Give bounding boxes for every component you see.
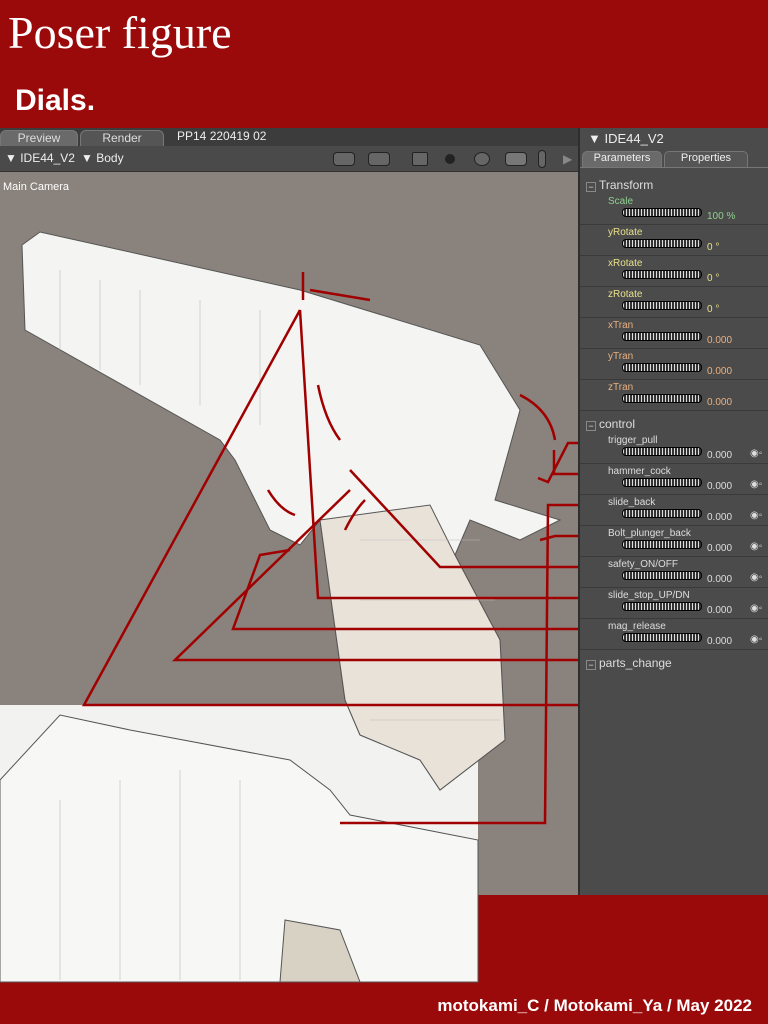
param-label: Scale [608, 196, 634, 207]
param-row: trigger_pull 0.000 ◉◦ [580, 433, 768, 464]
param-value[interactable]: 0.000 [707, 543, 732, 554]
param-dial[interactable] [622, 394, 702, 403]
parameters-panel: ▼ IDE44_V2 Parameters Properties − Transf… [578, 128, 768, 895]
param-label: xTran [608, 320, 634, 331]
param-row: yTran 0.000 [580, 349, 768, 380]
param-label: yTran [608, 351, 634, 362]
param-dial[interactable] [622, 270, 702, 279]
link-icon[interactable]: ◉◦ [750, 479, 762, 490]
link-icon[interactable]: ◉◦ [750, 541, 762, 552]
param-row: hammer_cock 0.000 ◉◦ [580, 464, 768, 495]
collapse-icon[interactable]: − [586, 660, 596, 670]
param-label: mag_release [608, 621, 666, 632]
param-value[interactable]: 0.000 [707, 335, 732, 346]
param-value[interactable]: 0 ° [707, 273, 719, 284]
param-value[interactable]: 0.000 [707, 574, 732, 585]
tab-parameters[interactable]: Parameters [582, 151, 662, 167]
param-label: safety_ON/OFF [608, 559, 679, 570]
collapse-icon[interactable]: − [586, 182, 596, 192]
param-row: Bolt_plunger_back 0.000 ◉◦ [580, 526, 768, 557]
param-value[interactable]: 0.000 [707, 605, 732, 616]
param-label: trigger_pull [608, 435, 658, 446]
gun-grip [319, 504, 506, 791]
param-dial[interactable] [622, 208, 702, 217]
collapse-icon[interactable]: − [586, 421, 596, 431]
group-label: control [599, 417, 636, 431]
param-row: safety_ON/OFF 0.000 ◉◦ [580, 557, 768, 588]
group-label: parts_change [599, 656, 672, 670]
param-dial[interactable] [622, 509, 702, 518]
param-dial[interactable] [622, 478, 702, 487]
param-value[interactable]: 0 ° [707, 242, 719, 253]
param-row: zTran 0.000 [580, 380, 768, 411]
param-row: slide_stop_UP/DN 0.000 ◉◦ [580, 588, 768, 619]
group-parts_change[interactable]: − parts_change [586, 656, 672, 670]
link-icon[interactable]: ◉◦ [750, 510, 762, 521]
param-dial[interactable] [622, 332, 702, 341]
param-label: hammer_cock [608, 466, 671, 477]
param-label: zTran [608, 382, 634, 393]
link-icon[interactable]: ◉◦ [750, 572, 762, 583]
param-label: xRotate [608, 258, 643, 269]
link-icon[interactable]: ◉◦ [750, 603, 762, 614]
param-row: xTran 0.000 [580, 318, 768, 349]
param-row: slide_back 0.000 ◉◦ [580, 495, 768, 526]
param-dial[interactable] [622, 602, 702, 611]
param-label: zRotate [608, 289, 643, 300]
panel-title: ▼ IDE44_V2 [588, 131, 664, 146]
param-row: Scale 100 % [580, 194, 768, 225]
closeup-slide [0, 714, 479, 983]
footer-credit: motokami_C / Motokami_Ya / May 2022 [437, 996, 752, 1015]
param-value[interactable]: 100 % [707, 211, 735, 222]
param-row: xRotate 0 ° [580, 256, 768, 287]
group-transform[interactable]: − Transform [586, 178, 653, 192]
group-control[interactable]: − control [586, 417, 635, 431]
param-value[interactable]: 0.000 [707, 450, 732, 461]
link-icon[interactable]: ◉◦ [750, 634, 762, 645]
param-value[interactable]: 0.000 [707, 636, 732, 647]
param-value[interactable]: 0.000 [707, 366, 732, 377]
param-label: slide_back [608, 497, 656, 508]
param-dial[interactable] [622, 363, 702, 372]
panel-figure-name: IDE44_V2 [604, 131, 664, 146]
param-label: slide_stop_UP/DN [608, 590, 690, 601]
param-dial[interactable] [622, 540, 702, 549]
group-label: Transform [599, 178, 654, 192]
param-dial[interactable] [622, 571, 702, 580]
param-dial[interactable] [622, 447, 702, 456]
param-label: Bolt_plunger_back [608, 528, 691, 539]
param-row: zRotate 0 ° [580, 287, 768, 318]
param-dial[interactable] [622, 301, 702, 310]
tab-properties[interactable]: Properties [664, 151, 748, 167]
param-dial[interactable] [622, 633, 702, 642]
param-value[interactable]: 0 ° [707, 304, 719, 315]
param-label: yRotate [608, 227, 643, 238]
param-value[interactable]: 0.000 [707, 397, 732, 408]
param-value[interactable]: 0.000 [707, 512, 732, 523]
param-row: mag_release 0.000 ◉◦ [580, 619, 768, 650]
link-icon[interactable]: ◉◦ [750, 448, 762, 459]
param-value[interactable]: 0.000 [707, 481, 732, 492]
param-dial[interactable] [622, 239, 702, 248]
param-row: yRotate 0 ° [580, 225, 768, 256]
